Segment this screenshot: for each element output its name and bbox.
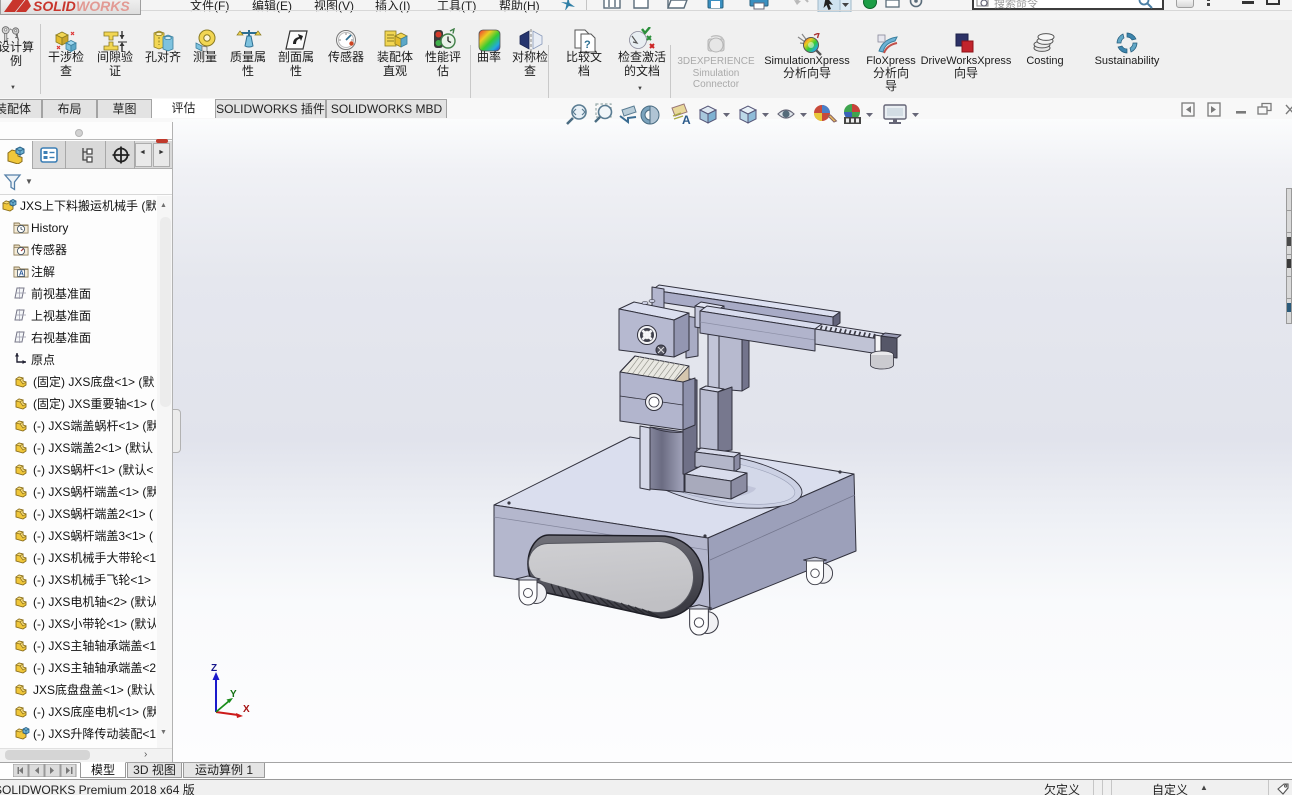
svg-text:A: A xyxy=(19,271,24,278)
svg-text:SOLID: SOLID xyxy=(33,0,76,14)
svg-text:Y: Y xyxy=(230,689,237,700)
svg-text:A: A xyxy=(682,113,691,127)
svg-text:搜索命令: 搜索命令 xyxy=(994,0,1038,9)
svg-text:WORKS: WORKS xyxy=(76,0,130,14)
svg-text:X: X xyxy=(243,704,250,715)
svg-text:Z: Z xyxy=(211,663,217,674)
